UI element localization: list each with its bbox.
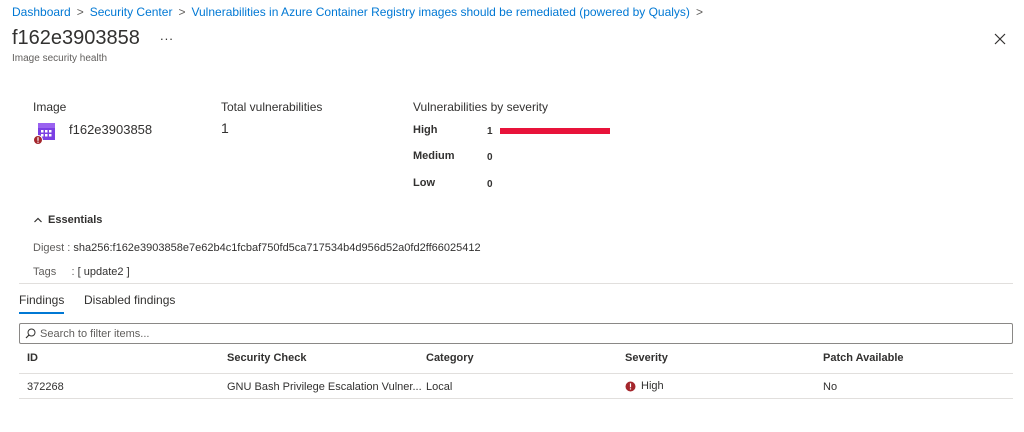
tags-value: [ update2 ] <box>77 266 130 278</box>
essentials-label: Essentials <box>48 214 103 226</box>
severity-label: Vulnerabilities by severity <box>413 100 548 114</box>
search-icon <box>25 328 36 339</box>
container-image-icon <box>33 123 55 145</box>
cell-security-check: GNU Bash Privilege Escalation Vulner... <box>227 381 422 393</box>
tags-key: Tags <box>33 266 57 278</box>
tab-findings[interactable]: Findings <box>19 293 65 314</box>
table-row[interactable]: 372268 GNU Bash Privilege Escalation Vul… <box>19 374 1013 399</box>
column-header-category[interactable]: Category <box>426 352 474 364</box>
tab-disabled-findings[interactable]: Disabled findings <box>84 293 175 307</box>
severity-low-label: Low <box>413 177 435 189</box>
severity-high-count: 1 <box>487 126 493 137</box>
image-label: Image <box>33 100 67 114</box>
more-options-button[interactable]: ... <box>160 28 174 43</box>
severity-medium-count: 0 <box>487 152 493 163</box>
cell-id: 372268 <box>27 381 64 393</box>
breadcrumb-security-center[interactable]: Security Center <box>90 5 173 19</box>
cell-severity: High <box>625 380 664 392</box>
filter-box <box>19 323 1013 344</box>
severity-high-bar <box>500 128 610 134</box>
page-title: f162e3903858 <box>12 27 140 49</box>
cell-category: Local <box>426 381 453 393</box>
severity-value: High <box>641 380 664 392</box>
breadcrumb-separator: > <box>178 5 186 19</box>
breadcrumb-dashboard[interactable]: Dashboard <box>12 5 71 19</box>
breadcrumb-recommendation[interactable]: Vulnerabilities in Azure Container Regis… <box>191 5 689 19</box>
breadcrumb-separator: > <box>76 5 84 19</box>
total-vulnerabilities-value: 1 <box>221 120 229 136</box>
digest-value: sha256:f162e3903858e7e62b4c1fcbaf750fd5c… <box>73 242 481 254</box>
column-header-id[interactable]: ID <box>27 352 38 364</box>
digest-row: Digest : sha256:f162e3903858e7e62b4c1fcb… <box>33 242 481 254</box>
severity-medium-label: Medium <box>413 150 455 162</box>
essentials-toggle[interactable]: Essentials <box>33 214 102 226</box>
digest-key: Digest <box>33 242 65 254</box>
tags-row: Tags : [ update2 ] <box>33 266 130 278</box>
image-name: f162e3903858 <box>69 122 153 137</box>
cell-patch-available: No <box>823 381 838 393</box>
breadcrumb: Dashboard > Security Center > Vulnerabil… <box>12 4 709 20</box>
column-header-severity[interactable]: Severity <box>625 352 668 364</box>
severity-low-count: 0 <box>487 179 493 190</box>
column-header-security-check[interactable]: Security Check <box>227 352 306 364</box>
search-input[interactable] <box>40 327 940 340</box>
column-header-patch-available[interactable]: Patch Available <box>823 352 904 364</box>
close-icon[interactable] <box>990 29 1010 49</box>
error-icon <box>625 381 636 391</box>
breadcrumb-separator: > <box>695 5 703 19</box>
divider <box>19 283 1013 284</box>
chevron-up-icon <box>34 217 42 223</box>
page-subtitle: Image security health <box>12 53 108 64</box>
severity-high-label: High <box>413 124 438 136</box>
total-vulnerabilities-label: Total vulnerabilities <box>221 100 323 114</box>
